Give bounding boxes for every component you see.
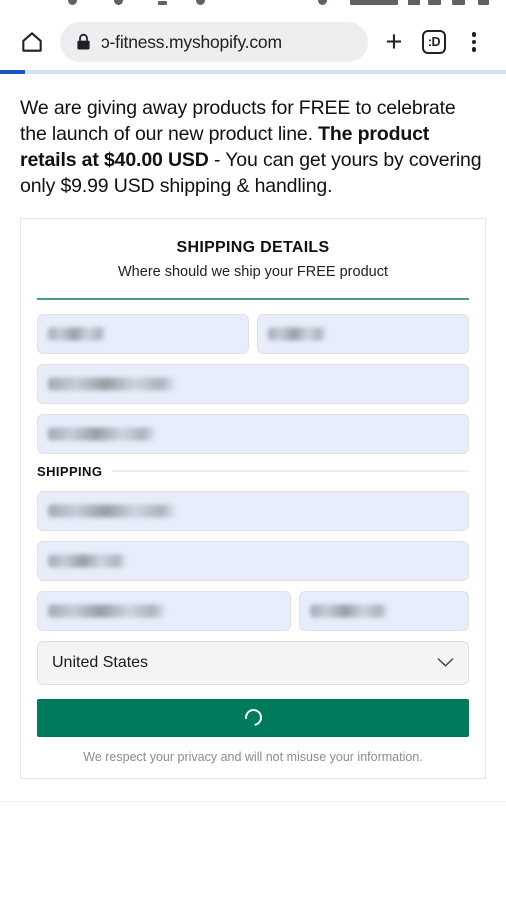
redacted-value [48,604,166,618]
redacted-value [48,504,176,518]
city-zip-row [37,590,469,631]
status-icon-1 [68,0,77,5]
android-status-bar [0,0,506,14]
card-header: SHIPPING DETAILS Where should we ship yo… [21,219,485,290]
address2-field[interactable] [37,540,469,581]
submit-button[interactable] [37,698,469,737]
shipping-section-label: SHIPPING [37,464,469,479]
url-bar[interactable]: ɔ-fitness.myshopify.com [60,22,368,62]
address2-row [37,540,469,581]
status-signal-icon [350,0,398,5]
status-icon-5 [318,0,327,5]
status-icon-4 [196,0,205,5]
redacted-value [48,377,176,391]
plus-icon: + [385,25,403,58]
promo-headline: We are giving away products for FREE to … [20,74,486,218]
redacted-value [310,604,388,618]
url-text: ɔ-fitness.myshopify.com [101,31,282,52]
chevron-down-icon [437,657,454,668]
redacted-value [48,554,126,568]
redacted-value [48,327,106,341]
phone-field[interactable] [37,413,469,454]
country-select-value: United States [52,653,149,671]
home-icon [19,29,45,55]
status-icon-3 [158,1,167,5]
status-cell-icon [428,0,441,5]
shipping-section-text: SHIPPING [37,463,103,479]
zip-field[interactable] [299,590,469,631]
page-spacer [20,778,486,801]
loading-spinner [241,705,265,730]
city-field[interactable] [37,590,291,631]
status-icon-2 [114,0,123,5]
address-row [37,490,469,531]
status-battery-icon [478,0,489,5]
status-wifi-icon [408,0,420,5]
status-cell2-icon [452,0,465,5]
tab-count-icon: :D [422,30,446,54]
shipping-details-card: SHIPPING DETAILS Where should we ship yo… [20,217,486,779]
page-content: We are giving away products for FREE to … [0,74,506,801]
address-field[interactable] [37,490,469,531]
shipping-form: SHIPPING United States We respect your p… [21,300,485,764]
shipping-section-rule [112,470,469,473]
kebab-menu-icon [471,32,477,52]
phone-row [37,413,469,454]
email-field[interactable] [37,363,469,404]
country-select[interactable]: United States [37,640,469,685]
new-tab-button[interactable]: + [374,22,414,62]
lock-icon [76,33,91,51]
home-button[interactable] [12,22,52,62]
redacted-value [268,327,326,341]
tab-switcher-button[interactable]: :D [414,22,454,62]
card-subtitle: Where should we ship your FREE product [118,263,388,280]
redacted-value [48,427,156,441]
privacy-note: We respect your privacy and will not mis… [83,749,423,764]
last-name-field[interactable] [257,313,469,354]
card-title: SHIPPING DETAILS [176,238,330,256]
name-row [37,313,469,354]
email-row [37,363,469,404]
browser-menu-button[interactable] [454,22,494,62]
page-footer-area [0,801,506,898]
browser-toolbar: ɔ-fitness.myshopify.com + :D [0,14,506,70]
first-name-field[interactable] [37,313,249,354]
